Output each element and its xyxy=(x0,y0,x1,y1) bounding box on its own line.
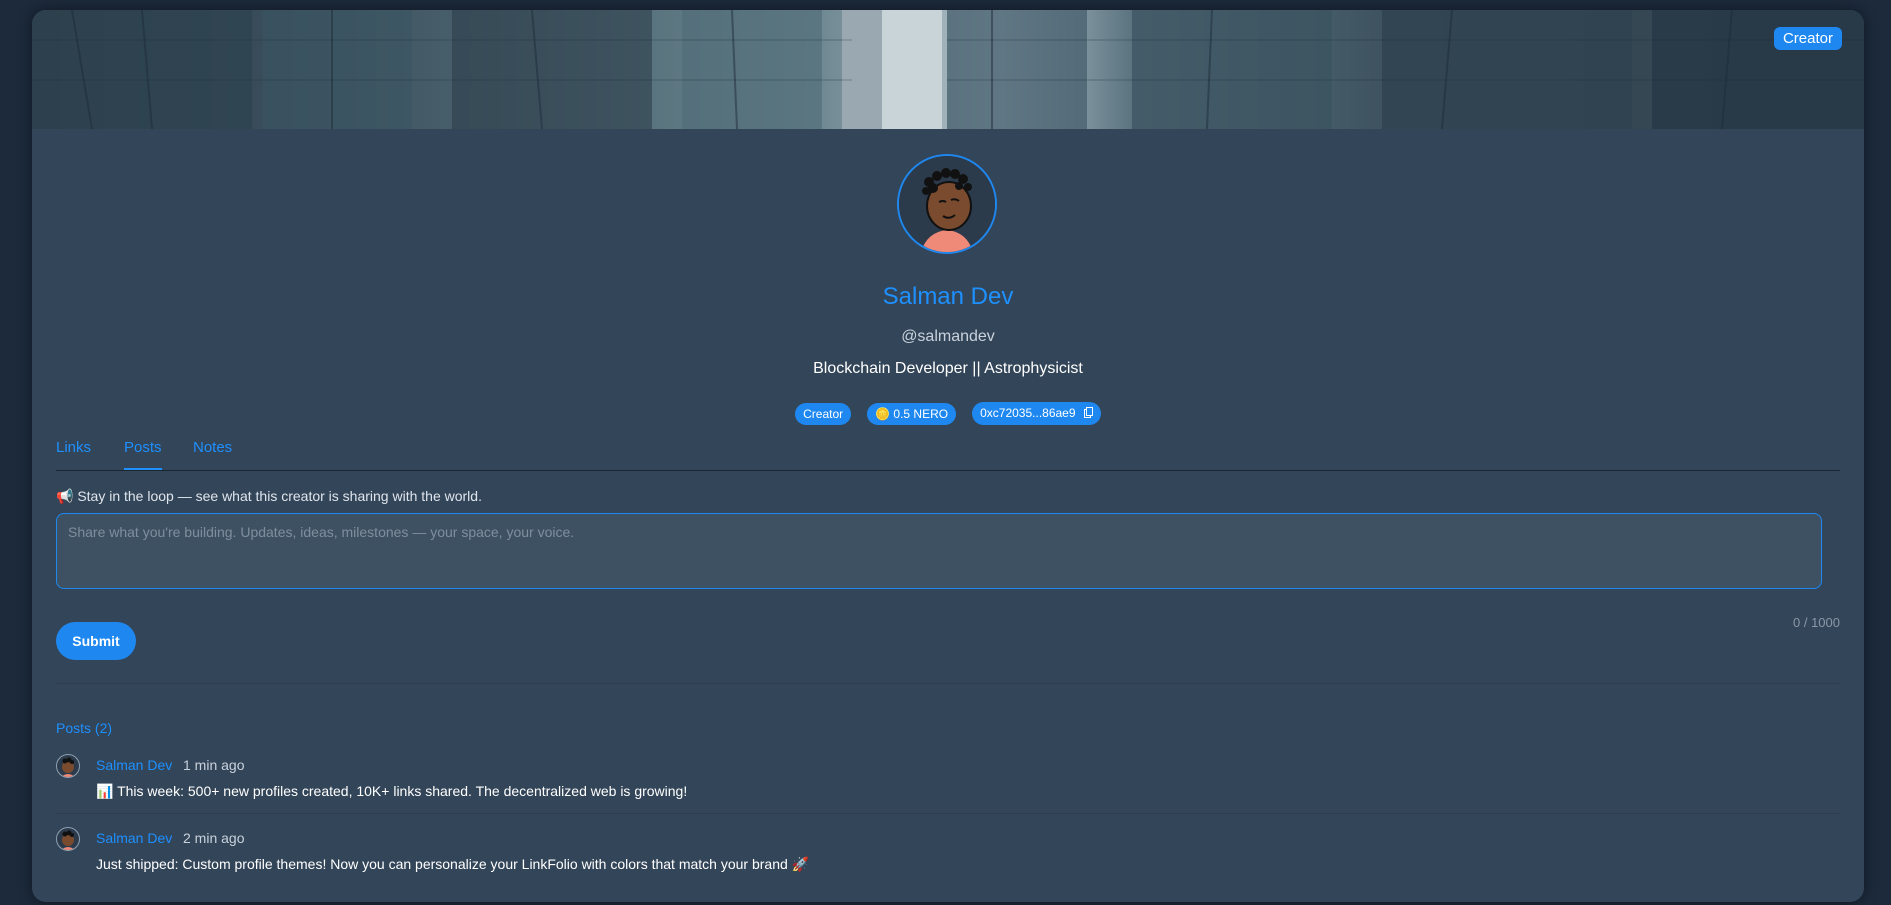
profile-handle: @salmandev xyxy=(901,328,995,345)
profile-avatar xyxy=(897,154,997,254)
wallet-address: 0xc72035...86ae9 xyxy=(980,406,1076,420)
balance-badge: 🪙 0.5 NERO xyxy=(867,402,957,425)
avatar xyxy=(56,754,80,778)
tab-notes[interactable]: Notes xyxy=(193,439,232,456)
creator-corner-badge: Creator xyxy=(1773,27,1842,50)
post-time: 2 min ago xyxy=(183,830,245,846)
cover-banner xyxy=(32,10,1864,129)
post-time: 1 min ago xyxy=(183,757,245,773)
wallet-badge[interactable]: 0xc72035...86ae9 xyxy=(972,402,1101,425)
cover-image xyxy=(32,10,1864,129)
post-text: 📊 This week: 500+ new profiles created, … xyxy=(96,783,688,799)
profile-badges: Creator 🪙 0.5 NERO 0xc72035...86ae9 xyxy=(32,402,1864,425)
profile-card: Salman Dev @salmandev Blockchain Develop… xyxy=(32,10,1864,902)
profile-bio: Blockchain Developer || Astrophysicist xyxy=(813,360,1083,377)
tab-links[interactable]: Links xyxy=(56,439,91,456)
post-input[interactable] xyxy=(56,513,1822,589)
avatar xyxy=(56,827,80,851)
char-counter: 0 / 1000 xyxy=(1793,615,1840,630)
avatar-illustration xyxy=(899,156,995,252)
post-divider xyxy=(56,813,1840,814)
copy-icon[interactable] xyxy=(1083,407,1093,421)
list-item: Salman Dev 2 min ago Just shipped: Custo… xyxy=(56,827,1840,889)
profile-tabs: Links Posts Notes xyxy=(56,428,1840,471)
posts-intro: 📢 Stay in the loop — see what this creat… xyxy=(56,488,482,504)
submit-button[interactable]: Submit xyxy=(56,622,136,660)
tab-posts[interactable]: Posts xyxy=(124,439,162,470)
list-item: Salman Dev 1 min ago 📊 This week: 500+ n… xyxy=(56,754,1840,816)
post-author[interactable]: Salman Dev xyxy=(96,830,172,846)
post-text: Just shipped: Custom profile themes! Now… xyxy=(96,856,810,872)
section-divider xyxy=(56,683,1840,684)
posts-list-title: Posts (2) xyxy=(56,720,113,736)
role-badge: Creator xyxy=(795,402,852,425)
post-author[interactable]: Salman Dev xyxy=(96,757,172,773)
profile-name: Salman Dev xyxy=(882,283,1014,310)
